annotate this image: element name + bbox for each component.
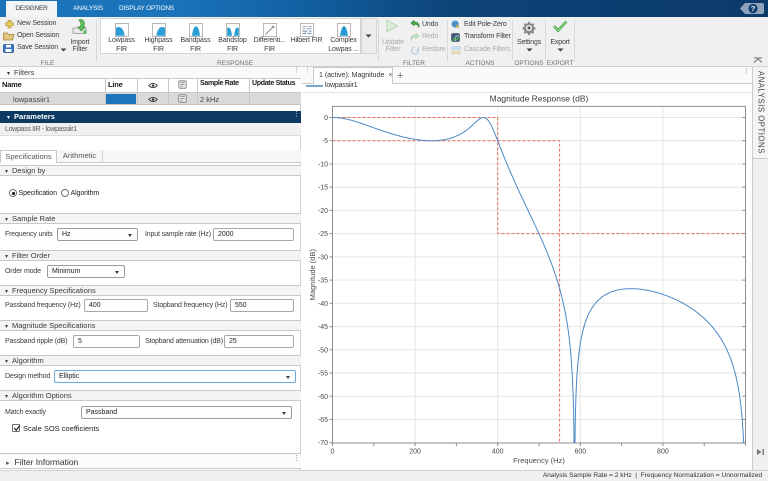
svg-text:-25: -25: [318, 231, 328, 238]
svg-text:Frequency (Hz): Frequency (Hz): [513, 456, 565, 465]
svg-text:-55: -55: [318, 371, 328, 378]
svg-text:?: ?: [751, 4, 756, 13]
svg-text:-60: -60: [318, 394, 328, 401]
svg-text:-5: -5: [322, 138, 328, 145]
svg-text:-10: -10: [318, 162, 328, 169]
svg-text:-50: -50: [318, 347, 328, 354]
svg-text:-65: -65: [318, 417, 328, 424]
svg-text:-45: -45: [318, 324, 328, 331]
svg-text:200: 200: [409, 449, 421, 456]
svg-text:-70: -70: [318, 440, 328, 447]
svg-text:-15: -15: [318, 185, 328, 192]
svg-text:400: 400: [492, 449, 504, 456]
svg-text:-40: -40: [318, 301, 328, 308]
svg-text:Magnitude Response (dB): Magnitude Response (dB): [490, 94, 589, 104]
svg-text:800: 800: [657, 449, 669, 456]
svg-text:-30: -30: [318, 254, 328, 261]
svg-text:0: 0: [324, 115, 328, 122]
svg-text:600: 600: [574, 449, 586, 456]
svg-text:-20: -20: [318, 208, 328, 215]
svg-text:0: 0: [331, 449, 335, 456]
svg-text:Magnitude (dB): Magnitude (dB): [308, 249, 317, 301]
svg-text:-35: -35: [318, 278, 328, 285]
